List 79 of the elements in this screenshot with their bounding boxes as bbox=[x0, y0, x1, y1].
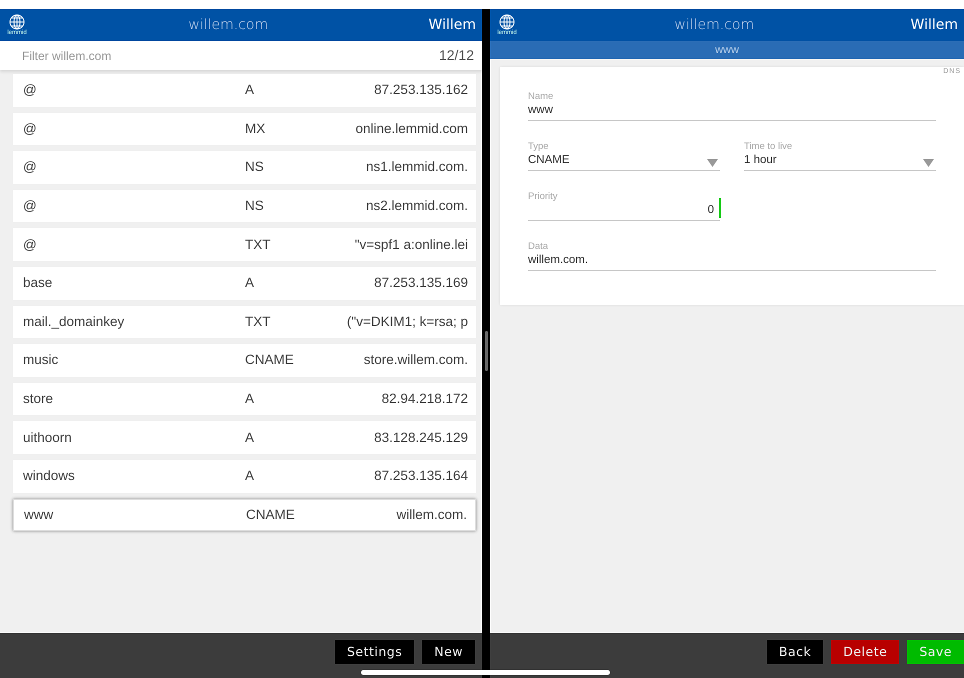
record-data: 87.253.135.164 bbox=[373, 467, 468, 486]
select-field[interactable]: Time to live 1 hour bbox=[744, 139, 936, 171]
record-name: @ bbox=[23, 158, 38, 176]
record-data: "v=spf1 a:online.lei bbox=[354, 236, 468, 254]
record-name: music bbox=[23, 351, 60, 370]
field-value: willem.com. bbox=[528, 253, 590, 268]
record-data: ("v=DKIM1; k=rsa; p bbox=[346, 312, 468, 331]
record-type: TXT bbox=[245, 312, 272, 331]
user-name[interactable]: Willem bbox=[910, 14, 958, 36]
record-type: A bbox=[245, 428, 256, 447]
domain-title: willem.com bbox=[187, 16, 270, 34]
record-data: willem.com. bbox=[395, 506, 467, 524]
input-field[interactable]: Priority 0 bbox=[528, 189, 720, 221]
record-row[interactable]: www CNAME willem.com. bbox=[13, 498, 476, 532]
record-type: MX bbox=[245, 120, 266, 138]
record-row[interactable]: @ NS ns1.lemmid.com. bbox=[13, 151, 476, 184]
record-type: NS bbox=[245, 196, 265, 215]
record-data: 82.94.218.172 bbox=[380, 390, 468, 408]
filter-bar[interactable]: Filter willem.com 12/12 bbox=[0, 41, 482, 70]
select-field[interactable]: Type CNAME bbox=[528, 139, 720, 171]
field-label: Time to live bbox=[744, 141, 794, 153]
dropdown-arrow-icon bbox=[923, 159, 934, 167]
record-type: CNAME bbox=[245, 351, 295, 370]
record-row[interactable]: windows A 87.253.135.164 bbox=[13, 460, 476, 493]
record-row[interactable]: @ MX online.lemmid.com bbox=[13, 112, 476, 146]
record-row[interactable]: @ A 87.253.135.162 bbox=[13, 74, 476, 107]
field-value: www bbox=[528, 103, 554, 118]
record-data: 87.253.135.169 bbox=[373, 274, 468, 292]
toolbar-button[interactable]: New bbox=[422, 640, 475, 664]
record-name: mail._domainkey bbox=[23, 312, 126, 331]
record-data: ns1.lemmid.com. bbox=[364, 158, 468, 176]
record-type: A bbox=[245, 274, 256, 292]
domain-title: willem.com bbox=[673, 16, 756, 34]
field-value: 1 hour bbox=[744, 153, 778, 168]
record-data: online.lemmid.com bbox=[354, 120, 468, 138]
record-type: NS bbox=[245, 158, 265, 176]
split-handle[interactable] bbox=[485, 331, 488, 371]
record-row[interactable]: @ NS ns2.lemmid.com. bbox=[13, 190, 476, 222]
record-name: store bbox=[23, 390, 54, 408]
record-name: base bbox=[23, 274, 54, 292]
record-count: 12/12 bbox=[438, 46, 474, 65]
input-field[interactable]: Data willem.com. bbox=[528, 239, 936, 271]
toolbar-button[interactable]: Settings bbox=[334, 640, 414, 664]
record-name: @ bbox=[23, 120, 38, 138]
record-data: 83.128.245.129 bbox=[373, 428, 468, 447]
record-type: TXT bbox=[245, 236, 272, 254]
record-data: ns2.lemmid.com. bbox=[364, 196, 468, 215]
dropdown-arrow-icon bbox=[707, 159, 718, 167]
record-name: uithoorn bbox=[23, 428, 73, 447]
record-subtitle: www bbox=[490, 41, 964, 59]
field-label: Data bbox=[528, 241, 550, 253]
record-row[interactable]: @ TXT "v=spf1 a:online.lei bbox=[13, 228, 476, 261]
record-row[interactable]: store A 82.94.218.172 bbox=[13, 382, 476, 416]
field-label: Type bbox=[528, 141, 550, 153]
toolbar-button[interactable]: Back bbox=[766, 640, 824, 664]
field-label: Name bbox=[528, 91, 554, 103]
record-type: A bbox=[245, 467, 256, 486]
toolbar-button[interactable]: Delete bbox=[831, 640, 900, 664]
record-data: store.willem.com. bbox=[362, 351, 468, 370]
record-row[interactable]: base A 87.253.135.169 bbox=[13, 266, 476, 300]
record-type: A bbox=[245, 81, 256, 100]
record-row[interactable]: mail._domainkey TXT ("v=DKIM1; k=rsa; p bbox=[13, 306, 476, 338]
record-data: 87.253.135.162 bbox=[373, 81, 468, 100]
globe-icon bbox=[498, 14, 516, 30]
record-name: @ bbox=[23, 236, 38, 254]
field-label: Priority bbox=[528, 191, 559, 203]
record-row[interactable]: music CNAME store.willem.com. bbox=[13, 344, 476, 377]
field-value: 0 bbox=[706, 203, 715, 218]
globe-icon bbox=[8, 14, 26, 30]
record-name: @ bbox=[23, 196, 38, 215]
record-type: A bbox=[245, 390, 256, 408]
record-name: www bbox=[24, 506, 54, 524]
field-value: CNAME bbox=[528, 153, 571, 168]
record-name: windows bbox=[23, 467, 76, 486]
user-name[interactable]: Willem bbox=[428, 14, 476, 36]
record-name: @ bbox=[23, 81, 38, 100]
input-field[interactable]: Name www bbox=[528, 89, 936, 121]
record-type: CNAME bbox=[246, 506, 296, 524]
record-row[interactable]: uithoorn A 83.128.245.129 bbox=[13, 421, 476, 454]
